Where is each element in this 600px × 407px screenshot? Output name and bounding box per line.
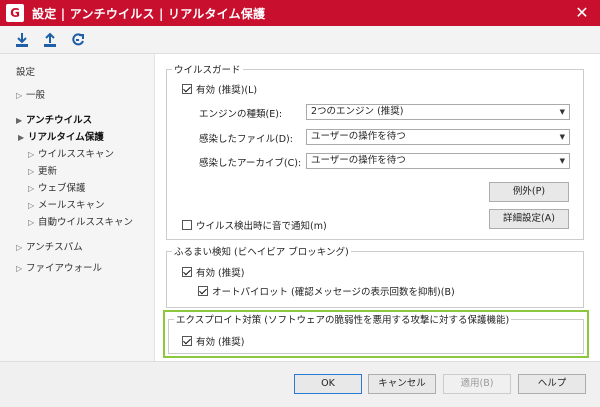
expand-arrow-icon: ▶ <box>16 116 23 125</box>
exceptions-button[interactable]: 例外(P) <box>489 182 569 202</box>
app-logo-icon: G <box>6 4 24 22</box>
expand-arrow-icon: ▷ <box>16 264 23 273</box>
expand-arrow-icon: ▷ <box>16 91 23 100</box>
infected-file-select[interactable]: ユーザーの操作を待つ ▼ <box>306 129 570 145</box>
sidebar-item-mail-scan[interactable]: ▷ メールスキャン <box>0 197 154 214</box>
sidebar-item-antivirus[interactable]: ▶ アンチウイルス <box>0 112 154 129</box>
behavior-blocking-legend: ふるまい検知 (ビヘイビア ブロッキング) <box>174 247 349 258</box>
sidebar-item-realtime-protection[interactable]: ▶ リアルタイム保護 <box>0 129 154 146</box>
sidebar-item-update[interactable]: ▷ 更新 <box>0 163 154 180</box>
expand-arrow-icon: ▷ <box>28 167 35 176</box>
checkbox-checked-icon <box>198 286 208 296</box>
dropdown-caret-icon: ▼ <box>559 133 565 141</box>
expand-arrow-icon: ▷ <box>28 150 35 159</box>
sidebar-item-auto-virus-scan[interactable]: ▷ 自動ウイルススキャン <box>0 214 154 231</box>
sound-notify-checkbox[interactable]: ウイルス検出時に音で通知(m) <box>182 218 327 232</box>
sidebar-item-antispam[interactable]: ▷ アンチスパム <box>0 239 154 256</box>
cancel-button[interactable]: キャンセル <box>368 374 436 394</box>
ok-button[interactable]: OK <box>294 374 362 394</box>
engine-type-select[interactable]: 2つのエンジン (推奨) ▼ <box>306 104 570 120</box>
expand-arrow-icon: ▷ <box>28 201 35 210</box>
behavior-blocking-enabled-checkbox[interactable]: 有効 (推奨) <box>182 265 244 279</box>
close-button[interactable]: ✕ <box>572 3 592 23</box>
engine-type-label: エンジンの種類(E): <box>199 109 283 120</box>
dropdown-caret-icon: ▼ <box>559 108 565 116</box>
upload-icon[interactable] <box>40 30 60 50</box>
dropdown-caret-icon: ▼ <box>559 157 565 165</box>
infected-archive-label: 感染したアーカイブ(C): <box>199 158 302 169</box>
expand-arrow-icon: ▷ <box>28 184 35 193</box>
expand-arrow-icon: ▶ <box>18 133 25 142</box>
expand-arrow-icon: ▷ <box>28 218 35 227</box>
sidebar-item-firewall[interactable]: ▷ ファイアウォール <box>0 260 154 277</box>
toolbar <box>0 26 600 54</box>
sidebar: 設定 ▷ 一般 ▶ アンチウイルス ▶ リアルタイム保護 ▷ ウイルススキャン ▷ 更新 … <box>0 54 155 361</box>
virus-guard-enabled-checkbox[interactable]: 有効 (推奨)(L) <box>182 82 257 96</box>
infected-file-label: 感染したファイル(D): <box>199 134 293 145</box>
window-title: 設定 | アンチウイルス | リアルタイム保護 <box>32 6 266 21</box>
sidebar-item-web-protection[interactable]: ▷ ウェブ保護 <box>0 180 154 197</box>
apply-button[interactable]: 適用(B) <box>443 374 511 394</box>
advanced-settings-button[interactable]: 詳細設定(A) <box>489 209 569 229</box>
virus-guard-legend: ウイルスガード <box>174 65 241 76</box>
checkbox-checked-icon <box>182 336 192 346</box>
exploit-protection-legend: エクスプロイト対策 (ソフトウェアの脆弱性を悪用する攻撃に対する保護機能) <box>176 315 510 326</box>
checkbox-checked-icon <box>182 84 192 94</box>
checkbox-unchecked-icon <box>182 220 192 230</box>
restore-defaults-icon[interactable] <box>68 30 88 50</box>
download-icon[interactable] <box>12 30 32 50</box>
sidebar-item-virus-scan[interactable]: ▷ ウイルススキャン <box>0 146 154 163</box>
sidebar-header-settings: 設定 <box>16 67 36 78</box>
help-button[interactable]: ヘルプ <box>518 374 586 394</box>
sidebar-item-general[interactable]: ▷ 一般 <box>0 87 154 104</box>
exploit-protection-enabled-checkbox[interactable]: 有効 (推奨) <box>182 334 244 348</box>
infected-archive-select[interactable]: ユーザーの操作を待つ ▼ <box>306 153 570 169</box>
autopilot-checkbox[interactable]: オートパイロット (確認メッセージの表示回数を抑制)(B) <box>198 284 455 298</box>
title-bar: G 設定 | アンチウイルス | リアルタイム保護 ✕ <box>0 0 600 26</box>
expand-arrow-icon: ▷ <box>16 243 23 252</box>
checkbox-checked-icon <box>182 267 192 277</box>
